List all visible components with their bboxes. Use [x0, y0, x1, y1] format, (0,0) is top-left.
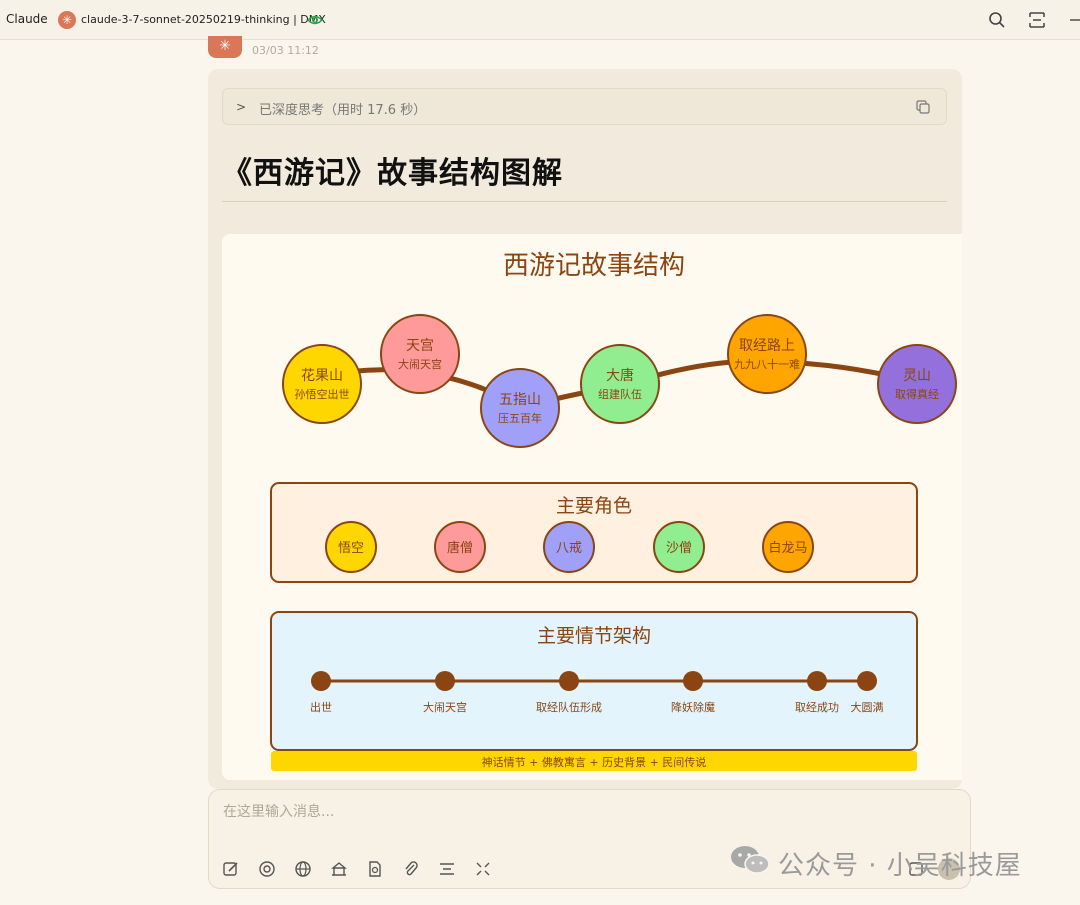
diagram-title: 西游记故事结构: [503, 251, 685, 281]
assistant-avatar: ✳: [208, 36, 242, 58]
journey-node: [580, 344, 660, 424]
diagram-svg: 西游记故事结构 花果山孙悟空出世天宫大闹天宫五指山压五百年大唐组建队伍取经路上九…: [270, 251, 957, 771]
model-name[interactable]: claude-3-7-sonnet-20250219-thinking | DM…: [81, 13, 326, 26]
role-name: 唐僧: [447, 540, 473, 556]
minimize-icon[interactable]: [1066, 10, 1080, 30]
thinking-label[interactable]: 已深度思考（用时 17.6 秒）: [259, 99, 426, 118]
journey-node: [877, 344, 957, 424]
journey-node-sub: 九九八十一难: [734, 357, 800, 371]
plot-point: [559, 671, 579, 691]
plot-point-label: 取经队伍形成: [536, 700, 602, 714]
file-search-icon[interactable]: [366, 860, 384, 878]
journey-node-name: 取经路上: [739, 338, 795, 354]
journey-node: [282, 344, 362, 424]
knowledge-base-icon[interactable]: [330, 860, 348, 878]
edit-icon[interactable]: [222, 860, 240, 878]
journey-node-sub: 压五百年: [498, 411, 542, 425]
journey-node-name: 天宫: [406, 338, 434, 354]
title-divider: [222, 201, 947, 202]
journey-node-name: 灵山: [903, 368, 931, 384]
paperclip-icon[interactable]: [402, 860, 420, 878]
plot-point-label: 降妖除魔: [671, 700, 715, 714]
journey-node-name: 大唐: [606, 367, 634, 384]
role-name: 白龙马: [768, 540, 807, 556]
message-timestamp: 03/03 11:12: [252, 44, 319, 57]
plot-title: 主要情节架构: [537, 625, 651, 647]
role-name: 悟空: [338, 541, 364, 556]
app-name: Claude: [6, 12, 48, 26]
footer-text: 神话情节 + 佛教寓言 + 历史背景 + 民间传说: [482, 755, 707, 769]
journey-node-sub: 孙悟空出世: [295, 387, 350, 401]
claude-logo-icon: ✳: [58, 11, 76, 29]
journey-node-sub: 取得真经: [895, 387, 939, 401]
search-icon[interactable]: [987, 10, 1007, 30]
roles-title: 主要角色: [556, 495, 632, 517]
journey-node: [480, 368, 560, 448]
plot-point-label: 取经成功: [795, 701, 839, 714]
layout-icon[interactable]: [1027, 10, 1047, 30]
layout-toggle-icon[interactable]: [438, 860, 456, 878]
journey-nodes: 花果山孙悟空出世 天宫大闹天宫五指山压五百年 大唐组建队伍 取经路上九九八十一难灵山取…: [282, 314, 957, 448]
plot-point: [857, 671, 877, 691]
journey-node-sub: 大闹天宫: [398, 357, 442, 371]
plot-point-label: 大圆满: [851, 700, 884, 714]
journey-node: [727, 314, 807, 394]
role-name: 沙僧: [666, 541, 692, 556]
watermark-text: 公众号 · 小吴科技屋: [778, 851, 1022, 881]
plot-point: [683, 671, 703, 691]
eye-icon[interactable]: [307, 12, 323, 28]
journey-node-name: 五指山: [499, 392, 541, 408]
plot-point: [435, 671, 455, 691]
story-structure-diagram: 西游记故事结构 花果山 孙悟空出世 天宫 大闹天宫 五指山 压五百年 大唐 组建队伍 取经路上九…: [222, 234, 962, 780]
copy-icon[interactable]: [915, 99, 931, 115]
journey-node-sub: 组建队伍: [598, 387, 642, 401]
plot-point: [807, 671, 827, 691]
chevron-right-icon[interactable]: >: [236, 100, 246, 114]
journey-node: [380, 314, 460, 394]
globe-icon[interactable]: [294, 860, 312, 878]
plot-point: [311, 671, 331, 691]
message-input[interactable]: 在这里输入消息...: [223, 801, 334, 821]
expand-icon[interactable]: [474, 860, 492, 878]
plot-point-label: 大闹天宫: [423, 700, 467, 714]
title-bar: Claude ✳ claude-3-7-sonnet-20250219-thin…: [0, 0, 1080, 40]
journey-node-name: 花果山: [301, 368, 343, 384]
role-name: 八戒: [556, 541, 582, 556]
at-mention-icon[interactable]: [258, 860, 276, 878]
message-title: 《西游记》故事结构图解: [222, 156, 563, 191]
wechat-icon: [731, 846, 770, 874]
plot-point-label: 出世: [310, 700, 332, 714]
